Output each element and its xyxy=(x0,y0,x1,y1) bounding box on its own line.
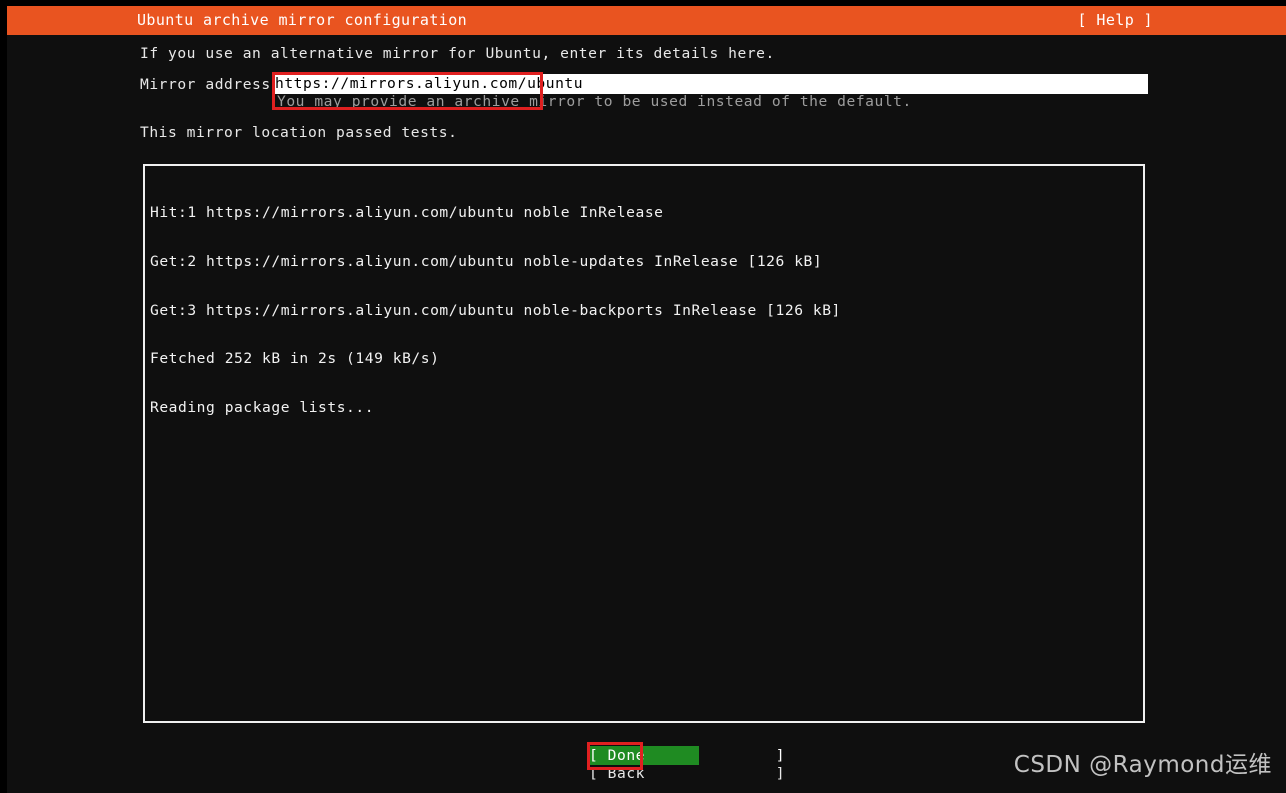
mirror-test-status: This mirror location passed tests. xyxy=(140,124,458,141)
apt-log-lines: Hit:1 https://mirrors.aliyun.com/ubuntu … xyxy=(150,173,1139,448)
log-line: Fetched 252 kB in 2s (149 kB/s) xyxy=(150,350,440,368)
apt-log-panel: Hit:1 https://mirrors.aliyun.com/ubuntu … xyxy=(143,164,1145,723)
help-button[interactable]: [ Help ] xyxy=(1078,6,1153,35)
mirror-address-input[interactable] xyxy=(273,74,1148,94)
watermark: CSDN @Raymond运维 xyxy=(1013,752,1272,778)
page-title: Ubuntu archive mirror configuration xyxy=(137,11,468,29)
screen-left-gutter xyxy=(0,0,7,793)
log-line: Hit:1 https://mirrors.aliyun.com/ubuntu … xyxy=(150,204,664,222)
done-button[interactable]: [ Done ] xyxy=(589,746,785,765)
log-line: Reading package lists... xyxy=(150,398,375,416)
log-line: Get:2 https://mirrors.aliyun.com/ubuntu … xyxy=(150,253,823,271)
title-bar: Ubuntu archive mirror configuration [ He… xyxy=(7,6,1286,35)
mirror-address-label: Mirror address: xyxy=(140,76,281,93)
terminal-screen: Ubuntu archive mirror configuration [ He… xyxy=(0,0,1286,793)
back-button[interactable]: [ Back ] xyxy=(589,764,785,783)
intro-text: If you use an alternative mirror for Ubu… xyxy=(140,45,775,62)
log-line: Get:3 https://mirrors.aliyun.com/ubuntu … xyxy=(150,301,841,319)
mirror-address-hint: You may provide an archive mirror to be … xyxy=(277,93,912,110)
